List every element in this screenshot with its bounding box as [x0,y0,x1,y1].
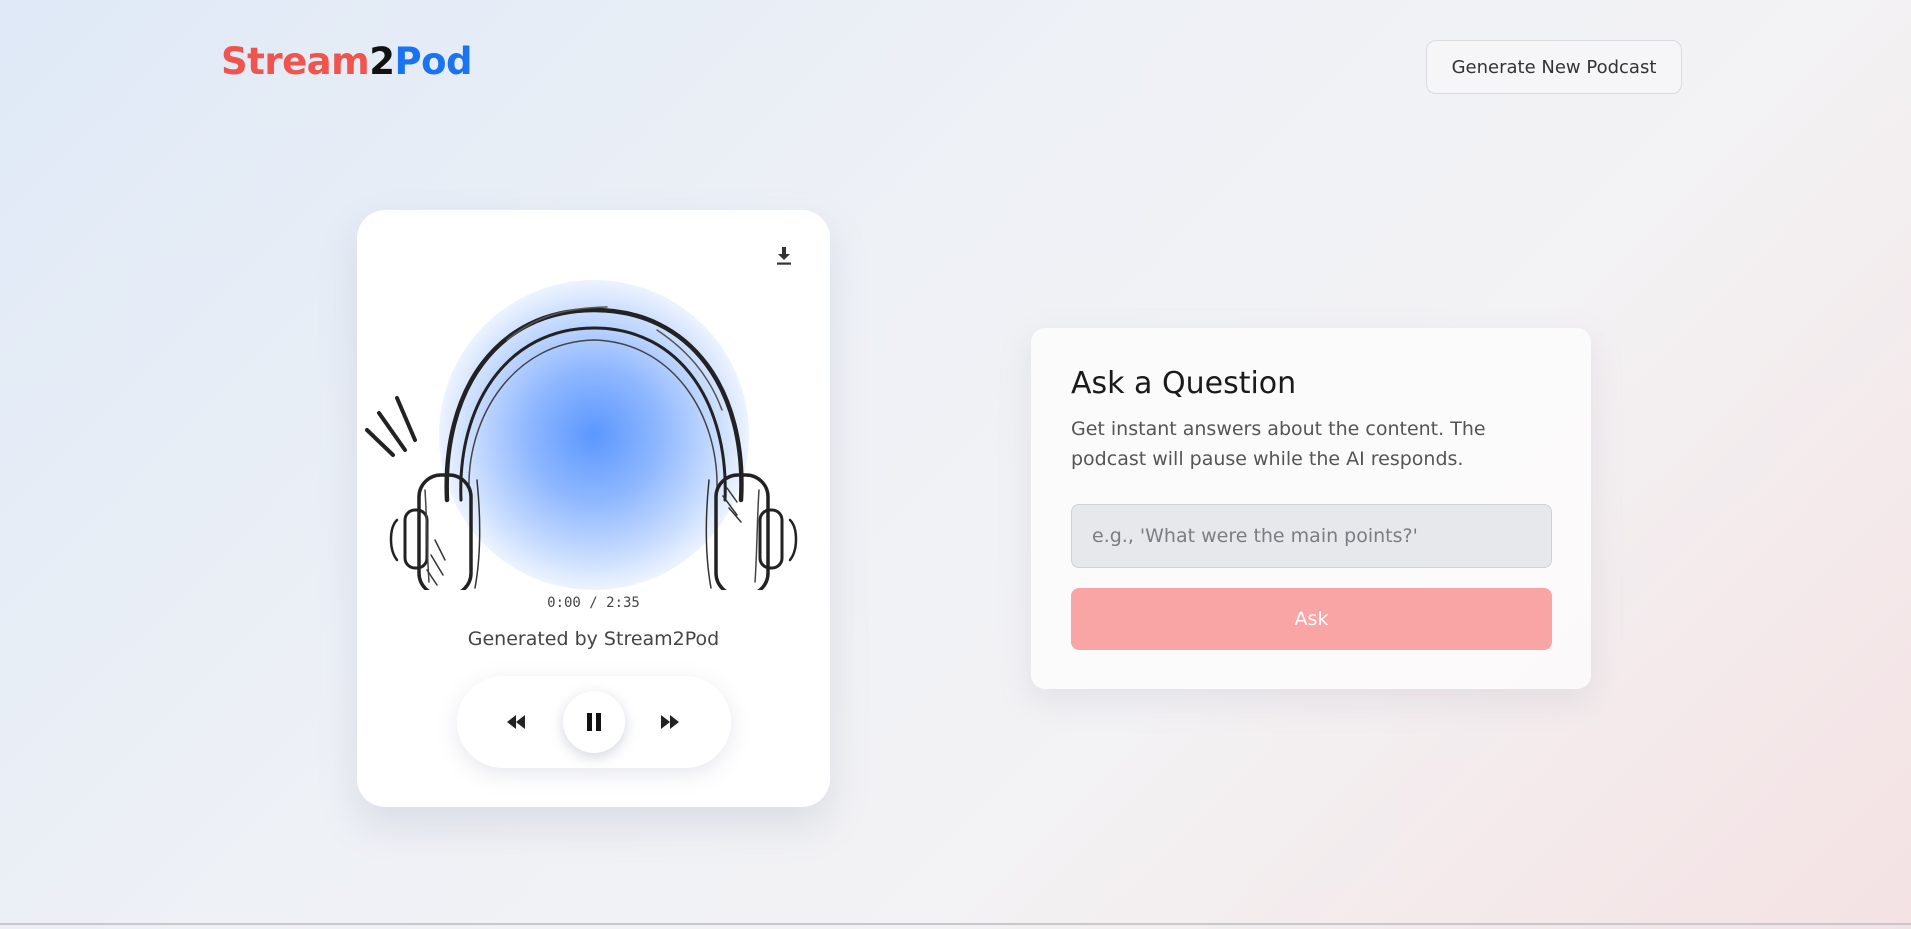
playback-controls [457,676,731,768]
playback-time: 0:00 / 2:35 [547,595,640,611]
podcast-artwork [357,270,830,590]
rewind-icon [507,715,525,729]
ask-button[interactable]: Ask [1071,588,1552,650]
podcast-player-card: 0:00 / 2:35 Generated by Stream2Pod [357,210,830,807]
brand-logo-part2: 2 [369,40,395,83]
pause-button[interactable] [563,691,625,753]
brand-logo-part1: Stream [221,40,370,83]
ask-question-title: Ask a Question [1071,366,1297,401]
question-input[interactable] [1071,504,1552,568]
download-icon[interactable] [772,244,796,268]
fast-forward-button[interactable] [657,710,683,734]
page-frame [0,0,1911,925]
ask-question-card: Ask a Question Get instant answers about… [1031,328,1591,689]
player-caption: Generated by Stream2Pod [467,628,720,650]
brand-logo[interactable]: Stream2Pod [221,40,472,83]
headphones-icon [365,306,798,590]
fast-forward-icon [661,715,679,729]
pause-icon [587,713,601,731]
generate-new-podcast-button[interactable]: Generate New Podcast [1426,40,1682,94]
brand-logo-part3: Pod [394,40,472,83]
rewind-button[interactable] [503,710,529,734]
ask-question-description: Get instant answers about the content. T… [1071,418,1486,470]
